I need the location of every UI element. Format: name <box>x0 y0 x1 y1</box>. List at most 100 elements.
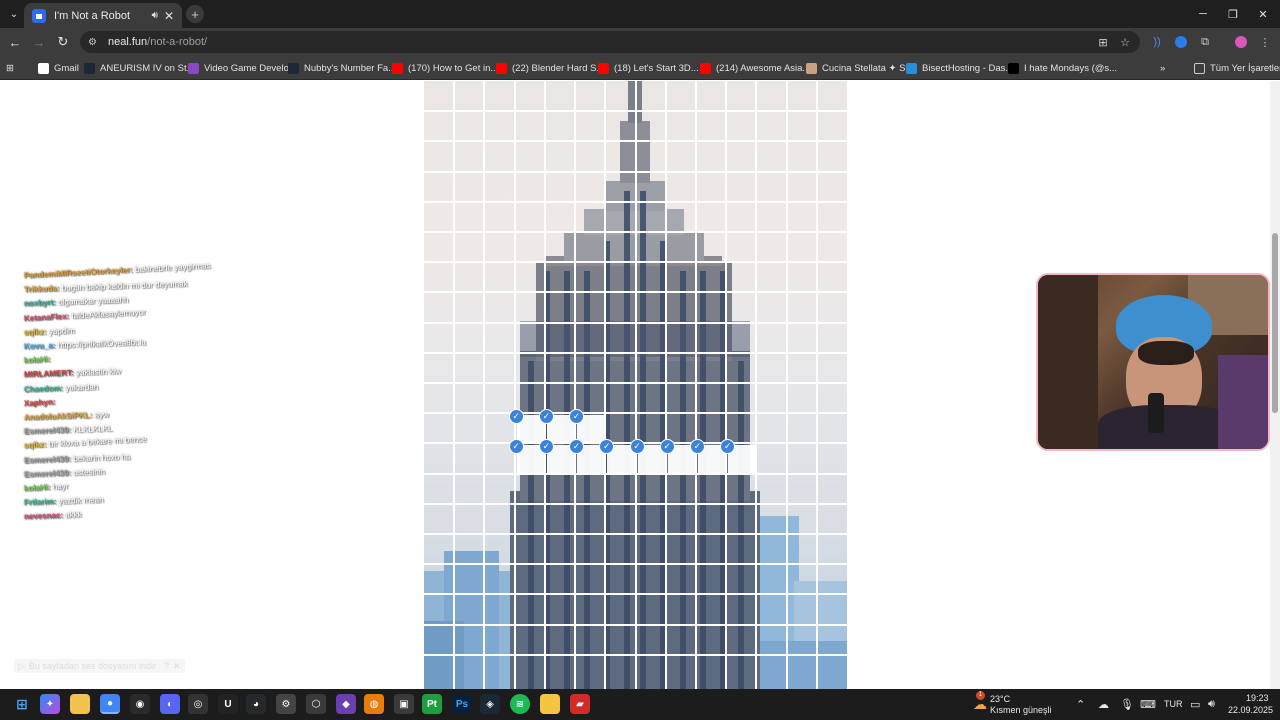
windows-taskbar: ⊞ ✦ ● ◉ ◐ ◎ U ◕ ⚙ ⬡ ◆ ◍ ▣ Pt Ps ◈ ≋ ▰ ☁ … <box>0 689 1280 720</box>
maximize-button[interactable]: ❐ <box>1218 4 1248 24</box>
extension-audio-icon[interactable]: )) <box>1148 33 1166 51</box>
page-scrollbar[interactable] <box>1270 81 1280 689</box>
pycharm-icon[interactable]: Pt <box>422 694 442 714</box>
bookmark-item[interactable]: ANEURISM IV on St... <box>84 60 195 76</box>
tray-overflow-icon[interactable]: ⌃ <box>1076 698 1085 711</box>
menu-kebab-icon[interactable]: ⋮ <box>1256 33 1274 51</box>
bookmark-favicon-icon <box>38 62 49 74</box>
tab-active[interactable]: I'm Not a Robot 🔊︎ ✕ <box>24 3 182 28</box>
browser-toolbar: ← → ↻ ⚙ neal.fun /not-a-robot/ ⊞ ☆ )) ⧉ … <box>0 28 1280 56</box>
windows-start-icon[interactable]: ⊞ <box>12 694 32 714</box>
bookmark-item[interactable]: Cucina Stellata ✦ St... <box>806 60 916 76</box>
grid-line <box>424 200 847 203</box>
bookmark-label: BisectHosting - Das... <box>922 62 1014 74</box>
spotify-icon[interactable]: ≋ <box>510 694 530 714</box>
scroll-thumb[interactable] <box>1272 233 1278 413</box>
bookmark-favicon-icon <box>84 62 95 74</box>
unity-icon[interactable]: ⬡ <box>306 694 326 714</box>
bookmark-item[interactable]: (18) Let's Start 3D... <box>598 60 699 76</box>
all-bookmarks-label: Tüm Yer İşaretleri <box>1210 62 1280 74</box>
red-app-icon[interactable]: ▰ <box>570 694 590 714</box>
keyboard-icon[interactable]: ⌨ <box>1140 698 1156 711</box>
chrome-icon[interactable]: ● <box>100 694 120 714</box>
tray-app-icon[interactable]: ☁ <box>1098 698 1109 711</box>
bookmark-item[interactable]: (22) Blender Hard S... <box>496 60 604 76</box>
notes-app-icon[interactable] <box>540 694 560 714</box>
chat-username: KetanaFlex: <box>23 311 70 323</box>
forward-button[interactable]: → <box>29 32 49 52</box>
bookmark-label: ANEURISM IV on St... <box>100 62 195 74</box>
new-tab-button[interactable]: + <box>186 5 204 23</box>
bookmarks-bar: ⊞ Gmail ANEURISM IV on St... Video Game De… <box>0 56 1280 80</box>
bookmark-item[interactable]: (214) Awesome Asia... <box>700 60 810 76</box>
bookmark-item[interactable]: I hate Mondays (@s... <box>1008 60 1117 76</box>
all-bookmarks-folder[interactable]: Tüm Yer İşaretleri <box>1194 60 1280 76</box>
apps-grid-icon[interactable]: ⊞ <box>6 60 14 76</box>
tab-close-icon[interactable]: ✕ <box>164 9 174 23</box>
bookmark-item[interactable]: (170) How to Get in... <box>392 60 498 76</box>
extensions-puzzle-icon[interactable]: ⧉ <box>1196 33 1214 51</box>
chat-username: Esmerel439: <box>23 468 72 479</box>
reload-button[interactable]: ↻ <box>53 32 73 52</box>
address-bar[interactable]: ⚙ neal.fun /not-a-robot/ <box>80 31 1140 53</box>
back-button[interactable]: ← <box>5 32 25 52</box>
chat-text: bir kloxa a bekare mi bence <box>48 434 147 450</box>
bookmark-favicon-icon <box>598 62 609 74</box>
mic-icon[interactable]: 🎙︎ <box>1120 698 1134 711</box>
page-content: ✓ ✓ ✓ ✓ ✓ ✓ ✓ ✓ ✓ ✓ ✓ PandemiMIRozetiOtorkeyler: b… <box>0 81 1280 689</box>
chat-text: yaklastin kiw <box>75 367 122 378</box>
close-icon[interactable]: ✕ <box>173 661 181 672</box>
file-explorer-icon[interactable] <box>70 694 90 714</box>
language-indicator[interactable]: TUR <box>1164 699 1183 709</box>
extension-blue-icon[interactable] <box>1172 33 1190 51</box>
site-info-icon[interactable]: ⚙ <box>88 36 100 48</box>
blender-icon[interactable]: ◍ <box>364 694 384 714</box>
tab-title: I'm Not a Robot <box>54 9 131 22</box>
volume-icon[interactable]: 🔊︎ <box>1208 698 1215 711</box>
terminal-icon[interactable]: ▣ <box>394 694 414 714</box>
chat-message: Trikkuda: bugün bakip kaldin mi dur deyu… <box>24 279 188 294</box>
chat-message: KetanaFlex: faldeAkfasaylemuyor <box>24 307 146 322</box>
translate-icon[interactable]: ⊞ <box>1094 33 1112 51</box>
bookmark-favicon-icon <box>392 62 403 74</box>
visual-studio-icon[interactable]: ◆ <box>336 694 356 714</box>
chat-username: Esmerel439: <box>23 453 72 465</box>
settings-icon[interactable]: ⚙ <box>276 694 296 714</box>
clock-date[interactable]: 22.09.2025 <box>1228 705 1273 715</box>
bookmark-favicon-icon <box>496 62 507 74</box>
chat-message: Esmerel439: bekarin hoxo ha <box>24 452 131 465</box>
chat-message: Xaphyn: <box>24 397 56 408</box>
chat-text: hayr <box>52 481 69 492</box>
chat-username: kolaHi: <box>23 482 51 493</box>
bookmark-item[interactable]: BisectHosting - Das... <box>906 60 1013 76</box>
bookmark-favicon-icon <box>288 62 299 74</box>
bookmark-star-icon[interactable]: ☆ <box>1116 33 1134 51</box>
bookmark-item[interactable]: Video Game Develo... <box>188 60 297 76</box>
minimize-button[interactable]: ─ <box>1188 4 1218 24</box>
bookmark-label: Nubby's Number Fa... <box>304 62 397 74</box>
profile-avatar-icon[interactable] <box>1232 33 1250 51</box>
speaker-icon[interactable]: 🔊︎ <box>152 10 158 21</box>
bookmark-item[interactable]: Nubby's Number Fa... <box>288 60 396 76</box>
discord-icon[interactable]: ◐ <box>160 694 180 714</box>
photoshop-icon[interactable]: Ps <box>452 694 472 714</box>
download-audio-hint[interactable]: ▷ Bu sayfadan ses dosyasını indir ? ✕ <box>14 659 185 673</box>
network-icon[interactable]: ▭ <box>1190 698 1200 711</box>
copilot-icon[interactable]: ✦ <box>40 694 60 714</box>
tab-search-icon[interactable]: ⌄ <box>4 4 24 24</box>
captcha-image-grid[interactable]: ✓ ✓ ✓ ✓ ✓ ✓ ✓ ✓ ✓ ✓ ✓ <box>424 81 847 689</box>
steam-icon[interactable]: ◈ <box>480 694 500 714</box>
chat-username: Frtlarim: <box>23 497 57 508</box>
clock-time[interactable]: 19:23 <box>1246 693 1269 703</box>
chat-message: Frtlarim: yazdik mean <box>24 495 104 507</box>
unreal-engine-icon[interactable]: U <box>218 694 238 714</box>
bookmarks-overflow-icon[interactable]: » <box>1160 60 1165 76</box>
chat-username: Chaedom: <box>23 383 64 394</box>
github-icon[interactable]: ◕ <box>246 694 266 714</box>
obs-icon[interactable]: ◉ <box>130 694 150 714</box>
close-window-button[interactable]: ✕ <box>1248 4 1278 24</box>
grid-line <box>424 351 847 354</box>
search-app-icon[interactable]: ◎ <box>188 694 208 714</box>
chat-username: sqlkz: <box>23 327 47 337</box>
bookmark-item[interactable]: Gmail <box>38 60 79 76</box>
